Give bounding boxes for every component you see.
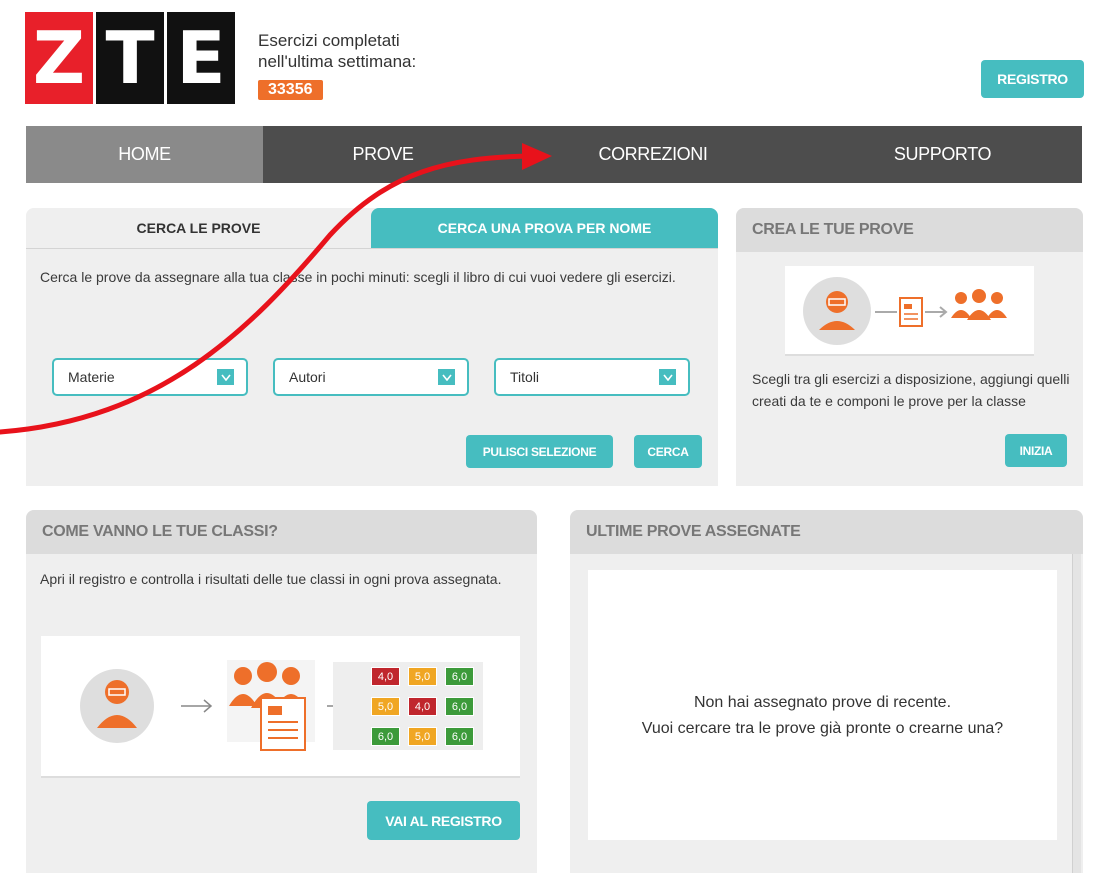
clear-selection-button[interactable]: PULISCI SELEZIONE xyxy=(466,435,613,468)
main-nav: HOME PROVE CORREZIONI SUPPORTO xyxy=(26,126,1082,183)
grade-cell: 6,0 xyxy=(445,667,474,686)
autori-select[interactable]: Autori xyxy=(273,358,469,396)
classes-description: Apri il registro e controlla i risultati… xyxy=(40,571,502,587)
autori-select-value: Autori xyxy=(289,369,326,385)
classes-illustration: 4,0 5,0 6,0 5,0 4,0 6,0 6,0 5,0 6,0 xyxy=(41,636,520,778)
vai-al-registro-button[interactable]: VAI AL REGISTRO xyxy=(367,801,520,840)
teacher-to-students-icon xyxy=(803,277,1007,345)
registro-button[interactable]: REGISTRO xyxy=(981,60,1084,98)
search-description: Cerca le prove da assegnare alla tua cla… xyxy=(40,269,676,285)
search-button[interactable]: CERCA xyxy=(634,435,702,468)
recent-empty-card: Non hai assegnato prove di recente. Vuoi… xyxy=(588,570,1057,840)
tab-cerca-le-prove[interactable]: CERCA LE PROVE xyxy=(26,208,371,248)
chevron-down-icon xyxy=(659,369,676,385)
grade-cell: 6,0 xyxy=(445,697,474,716)
recent-empty-message: Non hai assegnato prove di recente. Vuoi… xyxy=(588,690,1057,742)
materie-select[interactable]: Materie xyxy=(52,358,248,396)
teacher-to-report-icon xyxy=(80,660,351,751)
nav-item-correzioni[interactable]: CORREZIONI xyxy=(503,126,803,183)
titoli-select[interactable]: Titoli xyxy=(494,358,690,396)
recent-empty-line2: Vuoi cercare tra le prove già pronte o c… xyxy=(641,720,1004,737)
grade-cell: 4,0 xyxy=(408,697,437,716)
chevron-down-icon xyxy=(438,369,455,385)
titoli-select-value: Titoli xyxy=(510,369,540,385)
completed-exercises-label: Esercizi completati nell'ultima settiman… xyxy=(258,30,416,72)
nav-item-home[interactable]: HOME xyxy=(26,126,263,183)
create-illustration xyxy=(785,266,1034,356)
recent-panel-title: ULTIME PROVE ASSEGNATE xyxy=(570,510,1083,554)
tab-divider xyxy=(26,248,718,249)
grade-cell: 5,0 xyxy=(408,667,437,686)
materie-select-value: Materie xyxy=(68,369,115,385)
grade-cell: 4,0 xyxy=(371,667,400,686)
inizia-button[interactable]: INIZIA xyxy=(1005,434,1067,467)
completed-exercises-count: 33356 xyxy=(258,80,323,100)
logo-letter-e: E xyxy=(167,12,235,104)
logo-letter-z: Z xyxy=(25,12,93,104)
logo-letter-t: T xyxy=(96,12,164,104)
recent-empty-line1: Non hai assegnato prove di recente. xyxy=(693,694,952,711)
grade-cell: 6,0 xyxy=(371,727,400,746)
grade-cell: 5,0 xyxy=(371,697,400,716)
tab-cerca-per-nome[interactable]: CERCA UNA PROVA PER NOME xyxy=(371,208,718,248)
create-description: Scegli tra gli esercizi a disposizione, … xyxy=(752,371,1070,409)
classes-panel-title: COME VANNO LE TUE CLASSI? xyxy=(26,510,537,554)
recent-panel-scrollbar[interactable] xyxy=(1072,554,1081,873)
search-panel: CERCA LE PROVE CERCA UNA PROVA PER NOME … xyxy=(26,208,718,486)
chevron-down-icon xyxy=(217,369,234,385)
nav-item-prove[interactable]: PROVE xyxy=(263,126,503,183)
counter-label-line2: nell'ultima settimana: xyxy=(258,52,417,71)
nav-item-supporto[interactable]: SUPPORTO xyxy=(803,126,1082,183)
counter-label-line1: Esercizi completati xyxy=(258,31,400,50)
grade-cell: 5,0 xyxy=(408,727,437,746)
grade-cell: 6,0 xyxy=(445,727,474,746)
create-panel-title: CREA LE TUE PROVE xyxy=(736,208,1083,252)
